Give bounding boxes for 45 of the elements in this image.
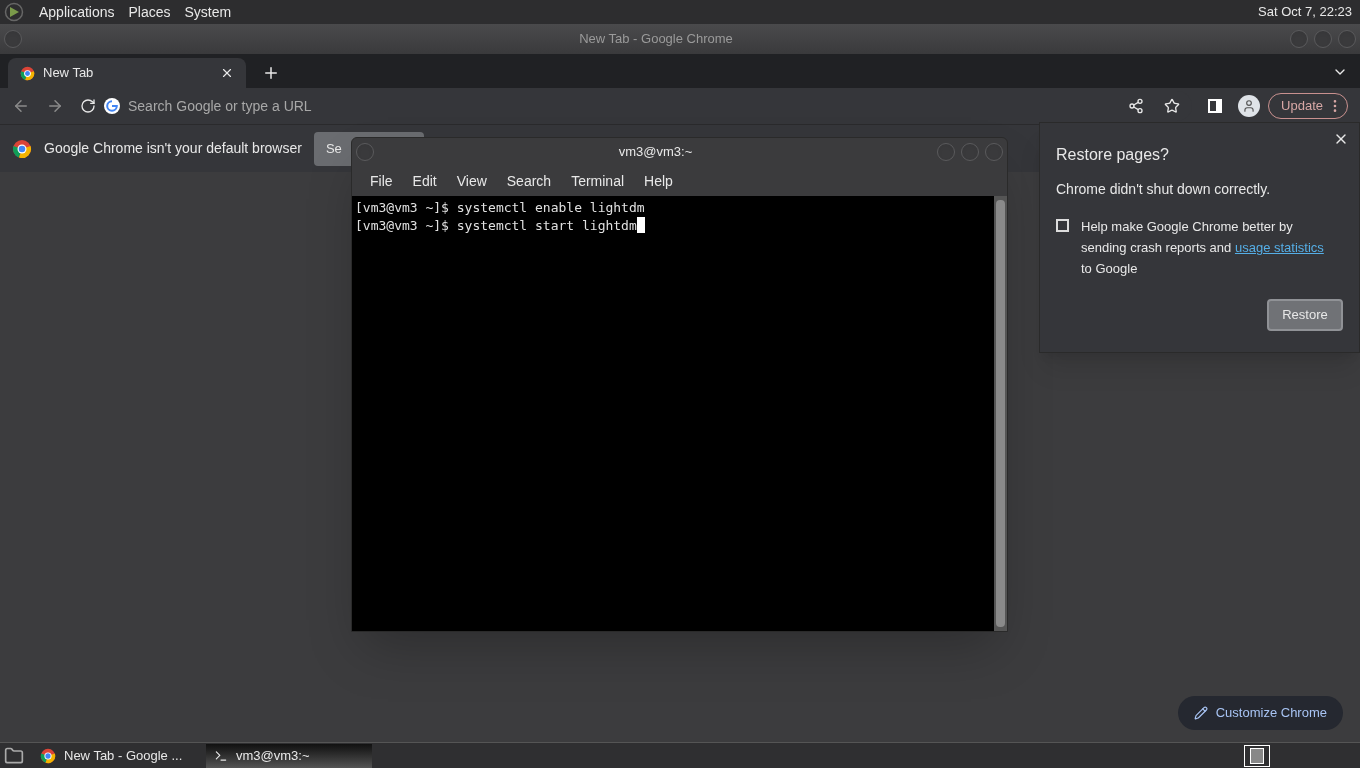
workspace-switcher-icon[interactable] (1244, 744, 1270, 767)
panel-menu[interactable]: System (177, 1, 239, 23)
taskbar-task[interactable]: New Tab - Google ... (32, 743, 198, 768)
forward-icon[interactable] (46, 97, 64, 115)
clock[interactable]: Sat Oct 7, 22:23 (1258, 2, 1356, 22)
chrome-logo-icon (12, 138, 32, 159)
show-desktop-icon[interactable] (4, 745, 24, 766)
window-title: New Tab - Google Chrome (578, 30, 734, 49)
bubble-message: Chrome didn't shut down correctly. (1056, 180, 1272, 199)
terminal-menu[interactable]: Edit (402, 170, 447, 192)
terminal-menu[interactable]: Help (634, 170, 683, 192)
checkbox[interactable] (1056, 219, 1069, 232)
back-icon[interactable] (12, 97, 30, 115)
terminal-menu[interactable]: View (446, 170, 497, 192)
terminal-menu[interactable]: File (360, 170, 403, 192)
chrome-logo-icon (20, 65, 35, 81)
browser-tab[interactable]: New Tab (8, 58, 246, 88)
side-panel-icon[interactable] (1208, 99, 1223, 113)
bubble-title: Restore pages? (1056, 145, 1170, 165)
restore-button[interactable]: Restore (1267, 299, 1343, 331)
taskbar-task[interactable]: vm3@vm3:~ (206, 743, 372, 768)
scrollbar[interactable] (994, 196, 1007, 631)
customize-chrome-button[interactable]: Customize Chrome (1177, 696, 1343, 730)
panel-menu[interactable]: Applications (32, 1, 122, 23)
chrome-logo-icon (40, 747, 56, 764)
reload-icon[interactable] (80, 98, 96, 114)
pencil-icon (1193, 706, 1208, 720)
infobar-message: Google Chrome isn't your default browser (44, 139, 302, 158)
terminal-icon (214, 748, 228, 763)
close-tab-icon[interactable] (220, 66, 234, 80)
usage-statistics-link[interactable]: usage statistics (1234, 240, 1324, 255)
bookmark-star-icon[interactable] (1164, 98, 1181, 114)
menu-logo-icon[interactable] (4, 2, 24, 22)
window-title: vm3@vm3:~ (617, 143, 694, 162)
terminal-menu[interactable]: Terminal (561, 170, 635, 192)
new-tab-icon[interactable] (262, 64, 280, 82)
terminal-line: [vm3@vm3 ~]$ systemctl enable lightdm (355, 199, 645, 217)
terminal-line: [vm3@vm3 ~]$ systemctl start lightdm (355, 217, 637, 235)
checkbox-label: Help make Google Chrome better by sending crash reports and usage statistics to Google (1081, 218, 1325, 278)
omnibox-field[interactable]: Search Google or type a URL (128, 95, 1121, 117)
google-logo-icon (104, 98, 120, 114)
share-icon[interactable] (1128, 98, 1145, 114)
panel-menu[interactable]: Places (121, 1, 178, 23)
profile-avatar-icon[interactable] (1238, 95, 1261, 117)
terminal-menu[interactable]: Search (496, 170, 562, 192)
